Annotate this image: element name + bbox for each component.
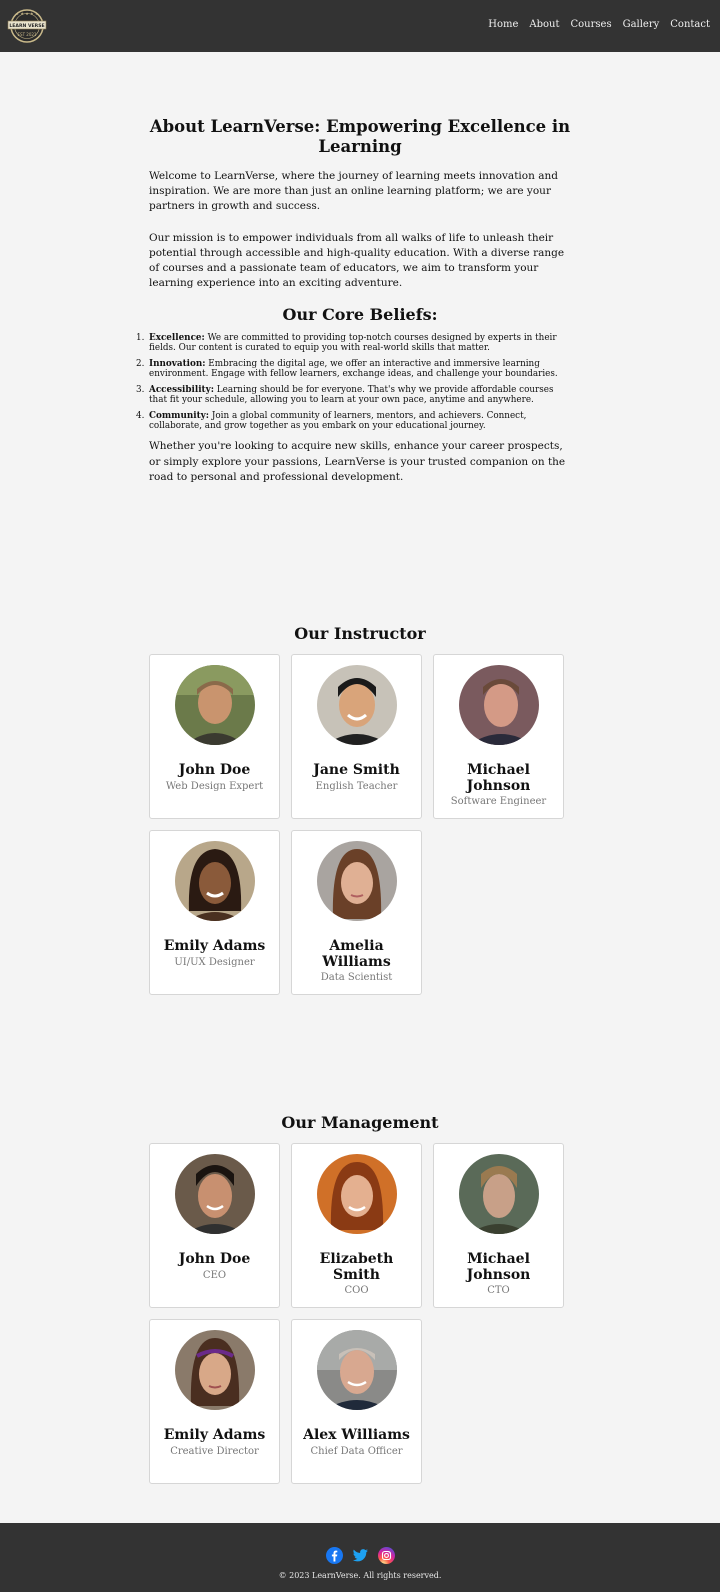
management-role: CEO bbox=[202, 1269, 227, 1281]
instructor-photo bbox=[174, 665, 255, 745]
management-name: Alex Williams bbox=[303, 1427, 410, 1443]
about-title: About LearnVerse: Empowering Excellence … bbox=[149, 117, 571, 156]
nav-home[interactable]: Home bbox=[488, 19, 518, 30]
nav-courses[interactable]: Courses bbox=[571, 19, 612, 30]
instructor-name: Amelia Williams bbox=[322, 938, 391, 970]
main-nav: Home About Courses Gallery Contact bbox=[488, 19, 710, 30]
management-photo bbox=[174, 1330, 255, 1410]
beliefs-title: Our Core Beliefs: bbox=[282, 305, 438, 325]
instructor-card: Amelia Williams Data Scientist bbox=[291, 830, 422, 995]
management-card: Alex Williams Chief Data Officer bbox=[291, 1319, 422, 1484]
instructor-name: Michael Johnson bbox=[466, 762, 531, 794]
nav-contact[interactable]: Contact bbox=[670, 19, 710, 30]
instructor-card: Jane Smith English Teacher bbox=[291, 654, 422, 819]
social-links bbox=[0, 1547, 720, 1564]
instructor-role: Web Design Expert bbox=[165, 780, 264, 792]
belief-item: 3. Accessibility: Learning should be for … bbox=[136, 385, 554, 406]
management-role: COO bbox=[344, 1285, 369, 1296]
svg-text:LEARN VERSE: LEARN VERSE bbox=[9, 23, 44, 29]
management-name: Emily Adams bbox=[163, 1427, 266, 1443]
belief-item: 1. Excellence: We are committed to provid… bbox=[136, 333, 557, 354]
management-card: Michael Johnson CTO bbox=[433, 1143, 564, 1308]
management-card: Elizabeth Smith COO bbox=[291, 1143, 422, 1308]
about-closing: Whether you're looking to acquire new sk… bbox=[149, 440, 566, 483]
nav-gallery[interactable]: Gallery bbox=[623, 19, 660, 30]
instructor-role: Software Engineer bbox=[450, 796, 547, 807]
management-role: CTO bbox=[487, 1285, 510, 1296]
about-intro: Welcome to LearnVerse, where the journey… bbox=[149, 170, 558, 213]
management-card: Emily Adams Creative Director bbox=[149, 1319, 280, 1484]
instructor-card: John Doe Web Design Expert bbox=[149, 654, 280, 819]
site-header: ★ ★ ★ ★ ★ LEARN VERSE EST 2023 Home Abou… bbox=[0, 0, 720, 52]
instructor-photo bbox=[458, 665, 539, 745]
management-photo bbox=[174, 1154, 255, 1234]
site-footer: © 2023 LearnVerse. All rights reserved. bbox=[0, 1523, 720, 1592]
instructor-role: UI/UX Designer bbox=[174, 956, 255, 968]
svg-text:EST 2023: EST 2023 bbox=[18, 32, 37, 37]
svg-text:★ ★ ★ ★ ★: ★ ★ ★ ★ ★ bbox=[15, 11, 38, 16]
logo[interactable]: ★ ★ ★ ★ ★ LEARN VERSE EST 2023 bbox=[6, 7, 48, 45]
instructor-role: Data Scientist bbox=[320, 972, 393, 983]
copyright-text: © 2023 LearnVerse. All rights reserved. bbox=[278, 1571, 442, 1580]
instructor-card: Emily Adams UI/UX Designer bbox=[149, 830, 280, 995]
belief-item: 4. Community: Join a global community of … bbox=[136, 411, 527, 432]
management-name: John Doe bbox=[178, 1251, 251, 1267]
instructor-photo bbox=[316, 665, 397, 745]
instructor-card: Michael Johnson Software Engineer bbox=[433, 654, 564, 819]
management-role: Chief Data Officer bbox=[310, 1445, 403, 1457]
nav-about[interactable]: About bbox=[529, 19, 559, 30]
instructor-role: English Teacher bbox=[315, 780, 398, 792]
management-name: Michael Johnson bbox=[466, 1251, 531, 1283]
management-card: John Doe CEO bbox=[149, 1143, 280, 1308]
instructors-title: Our Instructor bbox=[294, 624, 426, 643]
beliefs-list: 1. Excellence: We are committed to provid… bbox=[136, 333, 571, 432]
management-photo bbox=[316, 1154, 397, 1234]
about-mission: Our mission is to empower individuals fr… bbox=[149, 231, 565, 290]
management-role: Creative Director bbox=[170, 1445, 259, 1457]
instructor-name: John Doe bbox=[178, 762, 251, 778]
instructor-name: Jane Smith bbox=[313, 762, 400, 778]
management-title: Our Management bbox=[281, 1113, 439, 1132]
instructor-name: Emily Adams bbox=[163, 938, 266, 954]
facebook-icon[interactable] bbox=[325, 1547, 343, 1564]
twitter-icon[interactable] bbox=[352, 1547, 369, 1564]
management-photo bbox=[316, 1330, 397, 1410]
belief-item: 2. Innovation: Embracing the digital age,… bbox=[136, 359, 558, 380]
instructor-photo bbox=[316, 841, 397, 921]
about-section: About LearnVerse: Empowering Excellence … bbox=[136, 117, 571, 485]
instagram-icon[interactable] bbox=[377, 1547, 395, 1564]
management-photo bbox=[458, 1154, 539, 1234]
instructor-photo bbox=[174, 841, 255, 921]
management-name: Elizabeth Smith bbox=[319, 1251, 394, 1283]
